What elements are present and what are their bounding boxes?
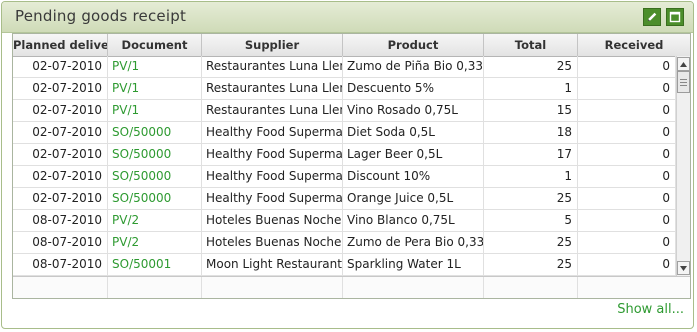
cell-supplier: Moon Light Restaurants — [202, 254, 343, 275]
cell-product: Descuento 5% — [343, 78, 484, 99]
maximize-widget-button[interactable] — [666, 8, 684, 26]
cell-document-link[interactable]: PV/2 — [108, 210, 202, 231]
widget-title: Pending goods receipt — [15, 7, 187, 25]
scroll-up-button[interactable] — [677, 57, 690, 71]
table-row[interactable]: 08-07-2010 PV/2 Hoteles Buenas Noches Zumo … — [13, 232, 676, 254]
cell-received: 0 — [578, 100, 676, 121]
column-header-supplier[interactable]: Supplier — [202, 34, 343, 56]
cell-total: 15 — [484, 100, 578, 121]
table-row[interactable]: 02-07-2010 PV/1 Restaurantes Luna Llen Desc… — [13, 78, 676, 100]
cell-planned-delivery: 02-07-2010 — [13, 166, 108, 187]
cell-planned-delivery: 02-07-2010 — [13, 144, 108, 165]
cell-received: 0 — [578, 78, 676, 99]
cell-supplier: Hoteles Buenas Noches — [202, 210, 343, 231]
cell-total: 18 — [484, 122, 578, 143]
cell-total: 25 — [484, 254, 578, 275]
vertical-scrollbar[interactable] — [676, 56, 690, 276]
cell-total: 17 — [484, 144, 578, 165]
cell-total: 25 — [484, 188, 578, 209]
cell-planned-delivery: 02-07-2010 — [13, 100, 108, 121]
scrollbar-thumb[interactable] — [677, 71, 690, 93]
cell-received: 0 — [578, 166, 676, 187]
cell-supplier: Restaurantes Luna Llen — [202, 100, 343, 121]
cell-total: 1 — [484, 78, 578, 99]
column-header-received[interactable]: Received — [578, 34, 690, 56]
cell-document-link[interactable]: PV/1 — [108, 56, 202, 77]
cell-supplier: Healthy Food Supermarl — [202, 144, 343, 165]
cell-product: Zumo de Piña Bio 0,33L — [343, 56, 484, 77]
cell-received: 0 — [578, 188, 676, 209]
cell-received: 0 — [578, 122, 676, 143]
arrow-down-icon — [680, 265, 687, 271]
table-row[interactable]: 08-07-2010 PV/2 Hoteles Buenas Noches Vino … — [13, 210, 676, 232]
widget-title-bar: Pending goods receipt — [2, 2, 693, 33]
cell-product: Discount 10% — [343, 166, 484, 187]
table-row[interactable]: 02-07-2010 SO/50000 Healthy Food Supermarl… — [13, 166, 676, 188]
cell-supplier: Healthy Food Supermarl — [202, 166, 343, 187]
cell-document-link[interactable]: SO/50000 — [108, 188, 202, 209]
cell-document-link[interactable]: PV/2 — [108, 232, 202, 253]
cell-planned-delivery: 08-07-2010 — [13, 254, 108, 275]
cell-document-link[interactable]: PV/1 — [108, 78, 202, 99]
show-all-link[interactable]: Show all... — [617, 302, 684, 317]
cell-product: Zumo de Pera Bio 0,33L — [343, 232, 484, 253]
maximize-icon — [669, 11, 681, 23]
table-row[interactable]: 08-07-2010 SO/50001 Moon Light Restaurants… — [13, 254, 676, 276]
cell-total: 25 — [484, 56, 578, 77]
cell-supplier: Hoteles Buenas Noches — [202, 232, 343, 253]
cell-product: Lager Beer 0,5L — [343, 144, 484, 165]
cell-total: 5 — [484, 210, 578, 231]
cell-product: Sparkling Water 1L — [343, 254, 484, 275]
cell-planned-delivery: 02-07-2010 — [13, 56, 108, 77]
pending-goods-receipt-widget: Pending goods receipt Planned delive Doc… — [1, 1, 694, 329]
cell-planned-delivery: 08-07-2010 — [13, 232, 108, 253]
pencil-icon — [648, 12, 657, 21]
footer-cell — [343, 277, 484, 298]
cell-supplier: Healthy Food Supermarl — [202, 122, 343, 143]
table-header: Planned delive Document Supplier Product… — [13, 34, 690, 57]
cell-total: 1 — [484, 166, 578, 187]
footer-cell — [108, 277, 202, 298]
cell-supplier: Healthy Food Supermarl — [202, 188, 343, 209]
edit-widget-button[interactable] — [643, 8, 661, 26]
arrow-up-icon — [680, 61, 687, 67]
table-row[interactable]: 02-07-2010 PV/1 Restaurantes Luna Llen Zumo… — [13, 56, 676, 78]
cell-product: Orange Juice 0,5L — [343, 188, 484, 209]
column-header-total[interactable]: Total — [484, 34, 578, 56]
cell-received: 0 — [578, 232, 676, 253]
column-header-document[interactable]: Document — [108, 34, 202, 56]
footer-cell — [202, 277, 343, 298]
cell-received: 0 — [578, 144, 676, 165]
cell-document-link[interactable]: SO/50001 — [108, 254, 202, 275]
table-footer — [13, 276, 690, 298]
table-row[interactable]: 02-07-2010 PV/1 Restaurantes Luna Llen Vino… — [13, 100, 676, 122]
cell-received: 0 — [578, 56, 676, 77]
cell-product: Vino Blanco 0,75L — [343, 210, 484, 231]
cell-received: 0 — [578, 254, 676, 275]
cell-total: 25 — [484, 232, 578, 253]
cell-document-link[interactable]: SO/50000 — [108, 166, 202, 187]
cell-received: 0 — [578, 210, 676, 231]
pending-receipts-table: Planned delive Document Supplier Product… — [12, 33, 691, 299]
cell-supplier: Restaurantes Luna Llen — [202, 78, 343, 99]
footer-cell — [13, 277, 108, 298]
cell-planned-delivery: 02-07-2010 — [13, 188, 108, 209]
cell-document-link[interactable]: SO/50000 — [108, 122, 202, 143]
cell-document-link[interactable]: PV/1 — [108, 100, 202, 121]
column-header-product[interactable]: Product — [343, 34, 484, 56]
cell-supplier: Restaurantes Luna Llen — [202, 56, 343, 77]
cell-planned-delivery: 08-07-2010 — [13, 210, 108, 231]
cell-planned-delivery: 02-07-2010 — [13, 78, 108, 99]
table-row[interactable]: 02-07-2010 SO/50000 Healthy Food Supermarl… — [13, 122, 676, 144]
cell-product: Diet Soda 0,5L — [343, 122, 484, 143]
scroll-down-button[interactable] — [677, 261, 690, 275]
cell-document-link[interactable]: SO/50000 — [108, 144, 202, 165]
footer-cell — [484, 277, 578, 298]
table-row[interactable]: 02-07-2010 SO/50000 Healthy Food Supermarl… — [13, 188, 676, 210]
table-row[interactable]: 02-07-2010 SO/50000 Healthy Food Supermarl… — [13, 144, 676, 166]
column-header-planned-delivery[interactable]: Planned delive — [13, 34, 108, 56]
cell-planned-delivery: 02-07-2010 — [13, 122, 108, 143]
cell-product: Vino Rosado 0,75L — [343, 100, 484, 121]
